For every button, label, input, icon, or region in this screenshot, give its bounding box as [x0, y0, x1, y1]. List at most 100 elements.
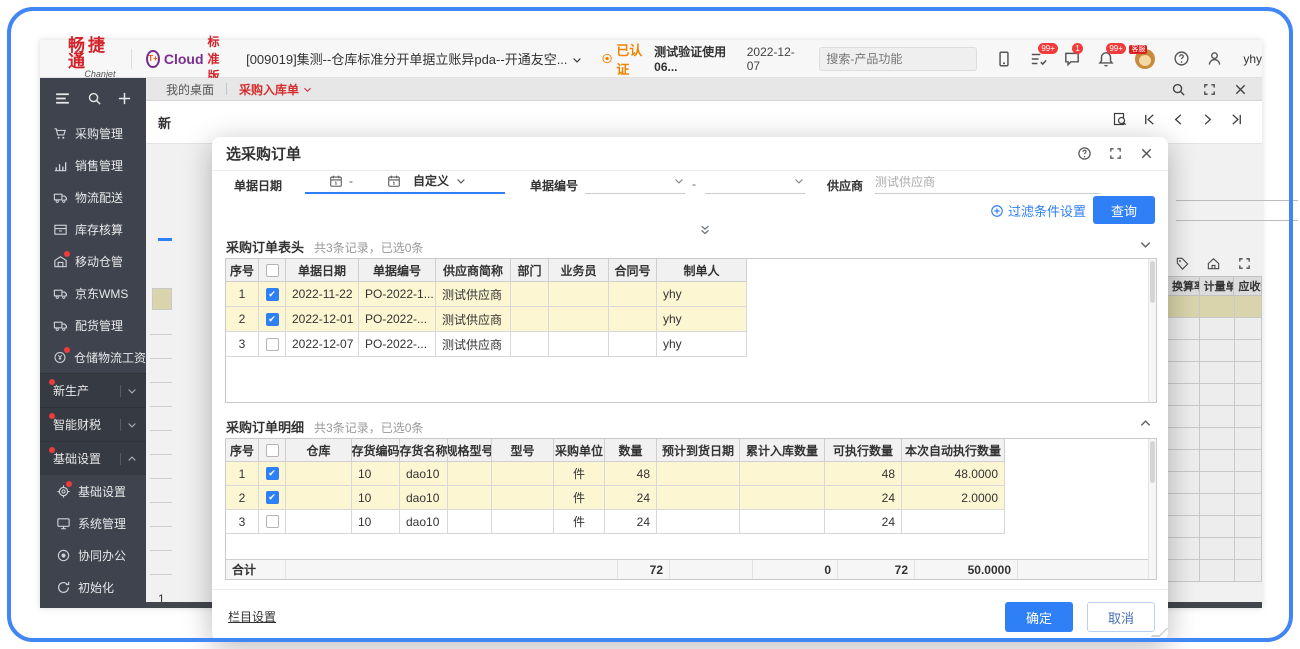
row-checkbox[interactable] [266, 338, 279, 351]
account-title[interactable]: [009019]集测--仓库标准分开单据立账异pda--开通友空... [246, 49, 583, 68]
col-date[interactable]: 单据日期 [286, 259, 359, 282]
date-mode-select[interactable]: 自定义 [413, 172, 449, 189]
add-icon[interactable] [117, 91, 132, 106]
table-row[interactable]: 1 10 dao10 件 48 48 48.0000 [226, 462, 1156, 486]
col-no[interactable]: 序号 [226, 259, 259, 282]
page-close-icon[interactable] [1233, 82, 1248, 97]
username[interactable]: yhy [1243, 52, 1262, 66]
sidebar-search-icon[interactable] [87, 91, 102, 106]
nav-last-icon[interactable] [1229, 112, 1244, 127]
notification-bell-icon[interactable]: 99+ [1097, 50, 1115, 68]
new-button[interactable]: 新 [158, 113, 171, 132]
sidebar-subitem-initialization[interactable]: 初始化 [40, 571, 146, 603]
col-checkbox[interactable] [259, 259, 286, 282]
col-salesman[interactable]: 业务员 [549, 259, 609, 282]
row-checkbox[interactable] [266, 515, 279, 528]
docno-select-from[interactable] [585, 169, 685, 194]
detail-section-collapse-icon[interactable] [1138, 416, 1153, 431]
select-all-checkbox[interactable] [266, 444, 279, 457]
sidebar-group-basic-settings[interactable]: 基础设置 [40, 441, 146, 475]
message-icon[interactable]: 1 [1063, 50, 1081, 68]
sidebar-item-warehouse-wage[interactable]: 仓储物流工资 [40, 341, 146, 373]
search-input[interactable] [826, 52, 981, 66]
user-icon[interactable] [1206, 50, 1223, 67]
cancel-button[interactable]: 取消 [1087, 602, 1155, 632]
table-row[interactable]: 3 10 dao10 件 24 24 [226, 510, 1156, 534]
sidebar-group-finance-tax[interactable]: 智能财税 [40, 407, 146, 441]
col-creator[interactable]: 制单人 [657, 259, 747, 282]
doc-preview-icon[interactable] [1112, 111, 1128, 127]
col-vendor[interactable]: 供应商简称 [436, 259, 511, 282]
col-executable[interactable]: 可执行数量 [825, 439, 902, 462]
row-checkbox[interactable] [266, 491, 279, 504]
sidebar-subitem-basic-settings[interactable]: 基础设置 [40, 475, 146, 507]
sidebar-item-purchase[interactable]: 采购管理 [40, 117, 146, 149]
row-checkbox[interactable] [266, 288, 279, 301]
vertical-scrollbar[interactable] [1148, 259, 1156, 402]
table-row[interactable]: 3 2022-12-07 PO-2022-... 测试供应商 yhy [226, 332, 1156, 357]
col-code[interactable]: 存货编码 [352, 439, 400, 462]
nav-prev-icon[interactable] [1171, 112, 1186, 127]
row-checkbox[interactable] [266, 467, 279, 480]
collapse-filter-icon[interactable] [698, 223, 712, 237]
col-checkbox[interactable] [259, 439, 286, 462]
header-section-collapse-icon[interactable] [1138, 237, 1153, 252]
product-search[interactable] [819, 47, 977, 71]
mascot-customer-service[interactable]: 客服 [1131, 47, 1157, 71]
nav-next-icon[interactable] [1200, 112, 1215, 127]
col-eta[interactable]: 预计到货日期 [657, 439, 740, 462]
tag-icon[interactable] [1175, 256, 1190, 271]
col-auto-qty[interactable]: 本次自动执行数量 [902, 439, 1005, 462]
todo-icon[interactable]: 99+ [1029, 50, 1047, 68]
row-checkbox[interactable] [266, 313, 279, 326]
dialog-fullscreen-icon[interactable] [1108, 146, 1123, 161]
col-unit[interactable]: 采购单位 [554, 439, 605, 462]
col-name[interactable]: 存货名称 [400, 439, 448, 462]
query-button[interactable]: 查询 [1093, 196, 1155, 224]
table-row[interactable]: 1 2022-11-22 PO-2022-1... 测试供应商 yhy [226, 282, 1156, 307]
sidebar-item-logistics[interactable]: 物流配送 [40, 181, 146, 213]
col-model[interactable]: 型号 [492, 439, 554, 462]
sidebar-item-allocation[interactable]: 配货管理 [40, 309, 146, 341]
sidebar-group-production[interactable]: 新生产 [40, 373, 146, 407]
sidebar-subitem-collaboration[interactable]: 协同办公 [40, 539, 146, 571]
column-settings-link[interactable]: 栏目设置 [228, 608, 276, 625]
table-row[interactable]: 2 10 dao10 件 24 24 2.0000 [226, 486, 1156, 510]
page-fullscreen-icon[interactable] [1202, 82, 1217, 97]
calendar-icon[interactable] [329, 174, 343, 188]
col-contract[interactable]: 合同号 [609, 259, 657, 282]
col-spec[interactable]: 规格型号 [448, 439, 492, 462]
filter-settings-link[interactable]: 过滤条件设置 [990, 201, 1086, 220]
col-no[interactable]: 序号 [226, 439, 259, 462]
dialog-close-icon[interactable] [1139, 146, 1154, 161]
help-icon[interactable] [1173, 50, 1190, 67]
dialog-help-icon[interactable] [1077, 146, 1092, 161]
nav-first-icon[interactable] [1142, 112, 1157, 127]
vendor-input[interactable]: 测试供应商 [875, 169, 1100, 194]
calendar-icon[interactable] [387, 174, 401, 188]
background-grid: 换算率 计量单... 应收数. [1168, 276, 1262, 602]
select-all-checkbox[interactable] [266, 264, 279, 277]
sidebar-item-inventory[interactable]: 库存核算 [40, 213, 146, 245]
fullscreen-icon[interactable] [1237, 256, 1252, 271]
tab-my-desktop[interactable]: 我的桌面 [166, 81, 214, 98]
date-range-control[interactable]: - 自定义 [305, 169, 505, 194]
sidebar-subitem-system-mgmt[interactable]: 系统管理 [40, 507, 146, 539]
home-icon[interactable] [1206, 256, 1221, 271]
vertical-scrollbar[interactable] [1148, 439, 1156, 579]
menu-icon[interactable] [54, 90, 71, 107]
mobile-scan-icon[interactable] [995, 50, 1013, 68]
table-row[interactable]: 2 2022-12-01 PO-2022-... 测试供应商 yhy [226, 307, 1156, 332]
sidebar-item-sales[interactable]: 销售管理 [40, 149, 146, 181]
col-received[interactable]: 累计入库数量 [740, 439, 825, 462]
sidebar-item-mobile-warehouse[interactable]: 移动仓管 [40, 245, 146, 277]
col-warehouse[interactable]: 仓库 [286, 439, 352, 462]
page-search-icon[interactable] [1171, 82, 1186, 97]
sidebar-item-jd-wms[interactable]: 京东WMS [40, 277, 146, 309]
tab-purchase-inbound[interactable]: 采购入库单 [239, 81, 313, 98]
col-dept[interactable]: 部门 [511, 259, 549, 282]
ok-button[interactable]: 确定 [1005, 602, 1073, 632]
col-qty[interactable]: 数量 [605, 439, 657, 462]
col-docno[interactable]: 单据编号 [359, 259, 436, 282]
docno-select-to[interactable] [705, 169, 805, 194]
